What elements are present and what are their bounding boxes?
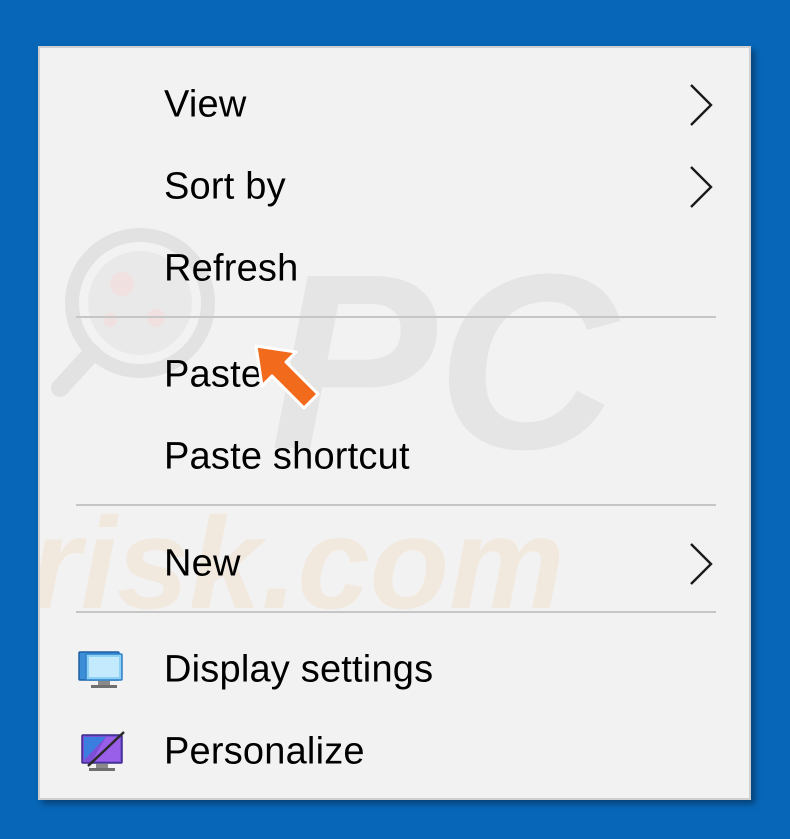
menu-item-paste[interactable]: Paste <box>40 335 749 415</box>
chevron-right-icon <box>690 84 713 126</box>
menu-item-new[interactable]: New <box>40 524 749 604</box>
menu-item-display-settings-label: Display settings <box>164 648 434 691</box>
menu-item-view-label: View <box>164 83 247 126</box>
menu-separator <box>76 611 716 613</box>
menu-item-paste-shortcut[interactable]: Paste shortcut <box>40 417 749 497</box>
menu-item-paste-shortcut-label: Paste shortcut <box>164 435 410 478</box>
menu-item-sort-by[interactable]: Sort by <box>40 147 749 227</box>
display-icon <box>78 651 123 688</box>
menu-item-paste-label: Paste <box>164 353 263 396</box>
menu-item-refresh[interactable]: Refresh <box>40 229 749 309</box>
menu-separator <box>76 504 716 506</box>
chevron-right-icon <box>690 166 713 208</box>
menu-separator <box>76 316 716 318</box>
chevron-right-icon <box>690 543 713 585</box>
menu-item-refresh-label: Refresh <box>164 247 299 290</box>
menu-item-personalize-label: Personalize <box>164 730 365 773</box>
desktop-context-menu: PC risk.com View Sort by Refresh Paste P… <box>38 46 751 800</box>
menu-item-personalize[interactable]: Personalize <box>40 712 749 792</box>
menu-item-view[interactable]: View <box>40 65 749 145</box>
personalize-icon <box>81 731 125 771</box>
menu-item-new-label: New <box>164 542 241 585</box>
menu-item-display-settings[interactable]: Display settings <box>40 630 749 710</box>
menu-item-sort-by-label: Sort by <box>164 165 286 208</box>
